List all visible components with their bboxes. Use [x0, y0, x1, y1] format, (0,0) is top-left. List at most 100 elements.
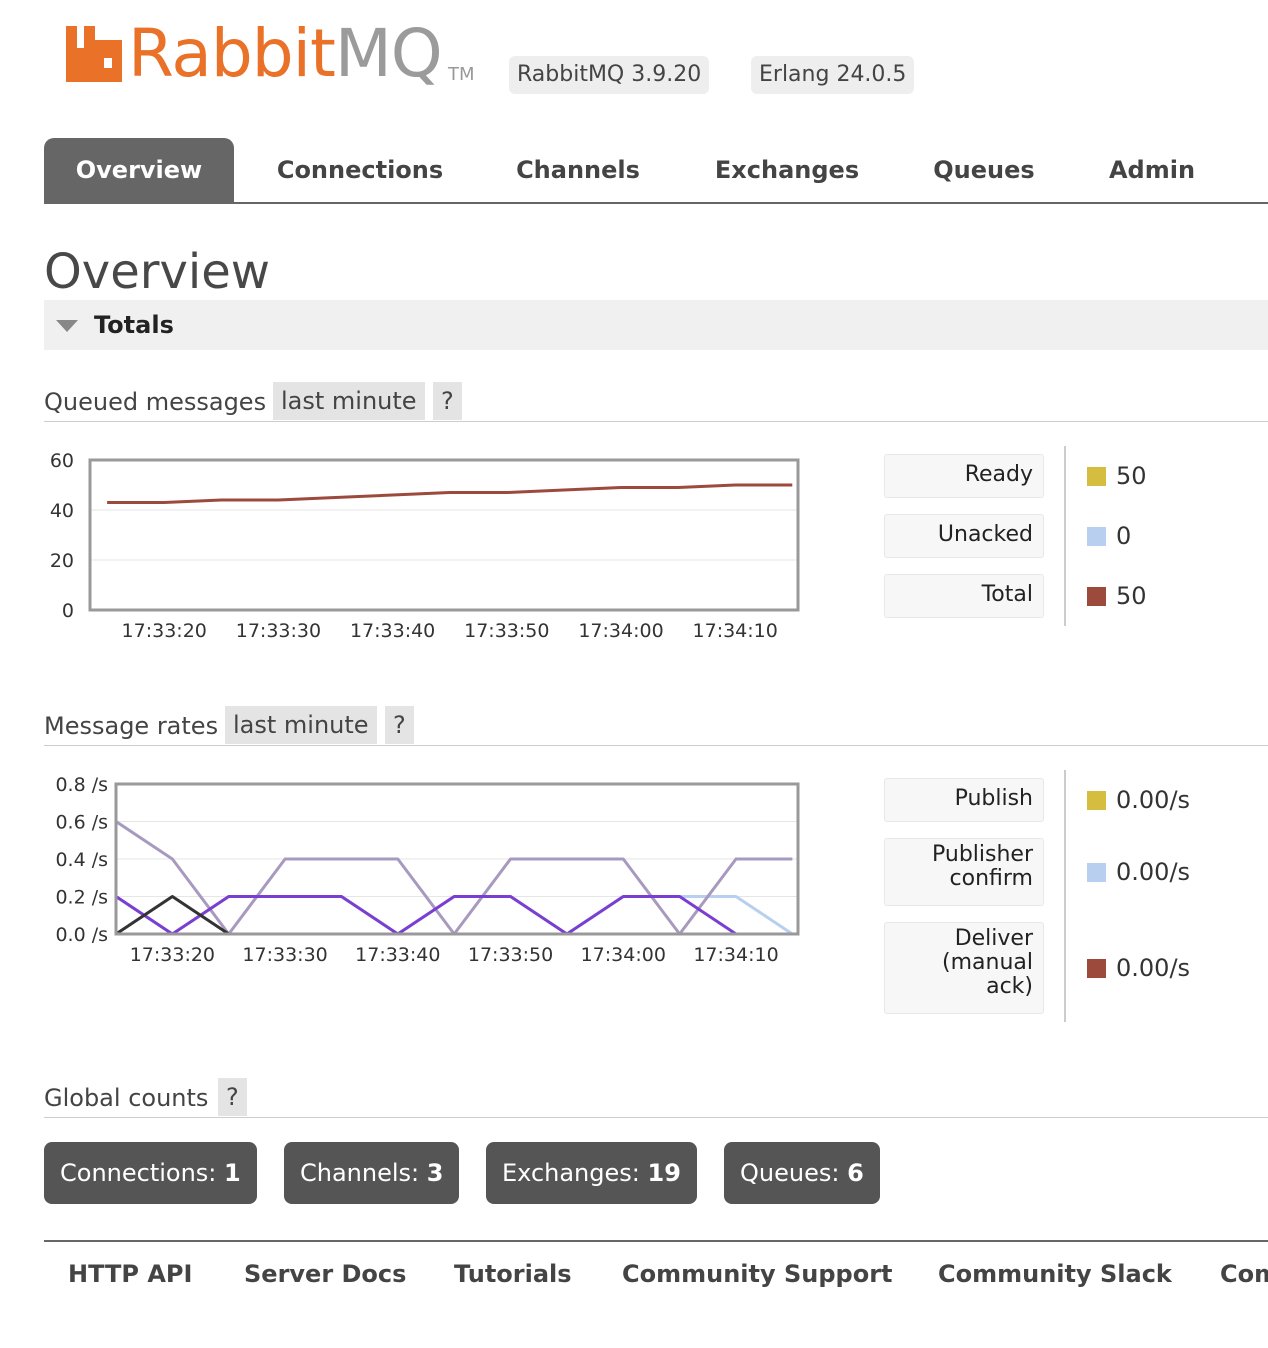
tab-queues[interactable]: Queues	[924, 138, 1044, 202]
rates-y-tick-label: 0.0 /s	[55, 924, 108, 946]
page-title: Overview	[44, 244, 270, 300]
logo-wordmark: RabbitMQ	[128, 14, 443, 94]
queued-x-tick-label: 17:33:20	[122, 620, 207, 642]
connections-count-value: 1	[224, 1159, 241, 1187]
totals-section-title: Totals	[94, 311, 174, 339]
legend-label-unacked: Unacked	[884, 514, 1044, 558]
logo-rabbit: Rabbit	[128, 15, 336, 92]
exchanges-count-button[interactable]: Exchanges: 19	[486, 1142, 697, 1204]
legend-value-unacked: 0	[1116, 522, 1132, 550]
collapse-triangle-icon	[56, 320, 78, 332]
connections-count-button[interactable]: Connections: 1	[44, 1142, 257, 1204]
queued-range-selector[interactable]: last minute	[273, 382, 425, 420]
footer-link-tutorials[interactable]: Tutorials	[454, 1260, 572, 1288]
legend-swatch-publish	[1087, 791, 1106, 810]
rates-x-tick-label: 17:33:50	[468, 944, 553, 966]
legend-swatch-total	[1087, 587, 1106, 606]
erlang-version-badge: Erlang 24.0.5	[751, 56, 915, 94]
legend-value-publish: 0.00/s	[1116, 786, 1191, 814]
rabbitmq-logo-icon	[66, 26, 122, 82]
legend-label-publisher-confirm: Publisher confirm	[884, 838, 1044, 906]
channels-count-value: 3	[426, 1159, 444, 1187]
queued-messages-header: Queued messages last minute ?	[44, 382, 1268, 422]
connections-count-label: Connections:	[60, 1159, 217, 1187]
message-rates-header: Message rates last minute ?	[44, 706, 1268, 746]
queues-count-label: Queues:	[740, 1159, 840, 1187]
rates-series-line-4	[115, 895, 793, 936]
legend-value-publisher-confirm: 0.00/s	[1116, 858, 1191, 886]
queued-x-tick-label: 17:33:40	[350, 620, 435, 642]
channels-count-label: Channels:	[300, 1159, 420, 1187]
footer-link-community-slack[interactable]: Community Slack	[938, 1260, 1172, 1288]
legend-swatch-ready	[1087, 467, 1106, 486]
rates-x-tick-label: 17:33:30	[242, 944, 327, 966]
queued-series-line-2	[107, 483, 793, 504]
rates-series-line-5	[115, 895, 793, 936]
logo-mq: MQ	[334, 15, 443, 92]
queued-help-button[interactable]: ?	[433, 382, 462, 420]
exchanges-count-label: Exchanges:	[502, 1159, 640, 1187]
global-counts-help-button[interactable]: ?	[218, 1078, 247, 1116]
queued-y-tick-label: 60	[50, 450, 74, 472]
legend-label-deliver-line-1: Deliver	[954, 926, 1033, 951]
rates-x-tick-label: 17:34:00	[581, 944, 666, 966]
rates-legend-divider	[1064, 770, 1066, 1022]
legend-label-total: Total	[884, 574, 1044, 618]
legend-label-publish: Publish	[884, 778, 1044, 822]
queued-messages-chart: 60 40 20 0 17:33:20 17:33:30 17:33:40 17:33:50 1…	[50, 450, 800, 642]
global-counts-header: Global counts ?	[44, 1078, 1268, 1118]
footer-link-server-docs[interactable]: Server Docs	[244, 1260, 406, 1288]
legend-label-deliver-line-2: (manual	[942, 950, 1033, 975]
rates-x-tick-label: 17:33:40	[355, 944, 440, 966]
legend-label-deliver-manual-ack: Deliver (manual ack)	[884, 922, 1044, 1014]
tab-connections[interactable]: Connections	[260, 138, 460, 202]
rabbitmq-version-badge: RabbitMQ 3.9.20	[509, 56, 710, 94]
queues-count-button[interactable]: Queues: 6	[724, 1142, 880, 1204]
queued-y-tick-label: 40	[50, 500, 74, 522]
exchanges-count-value: 19	[647, 1159, 681, 1187]
legend-value-deliver-manual-ack: 0.00/s	[1116, 954, 1191, 982]
rates-x-tick-label: 17:33:20	[130, 944, 215, 966]
rates-series-line-3	[115, 820, 793, 936]
queues-count-value: 6	[847, 1159, 864, 1187]
queued-x-tick-label: 17:34:10	[693, 620, 778, 642]
queued-y-tick-label: 0	[62, 600, 74, 622]
channels-count-button[interactable]: Channels: 3	[284, 1142, 460, 1204]
rates-y-tick-label: 0.6 /s	[55, 812, 108, 834]
message-rates-chart: 0.8 /s 0.6 /s 0.4 /s 0.2 /s 0.0 /s 17:33:20 17…	[55, 774, 800, 966]
legend-swatch-publisher-confirm	[1087, 863, 1106, 882]
queued-messages-title: Queued messages	[44, 388, 267, 416]
tab-channels[interactable]: Channels	[502, 138, 654, 202]
rates-range-selector[interactable]: last minute	[225, 706, 377, 744]
tab-admin[interactable]: Admin	[1100, 138, 1204, 202]
logo-trademark: TM	[448, 64, 475, 85]
legend-label-deliver-line-3: ack)	[986, 974, 1033, 999]
rates-help-button[interactable]: ?	[385, 706, 414, 744]
footer-link-community-support[interactable]: Community Support	[622, 1260, 893, 1288]
rates-y-tick-label: 0.2 /s	[55, 887, 108, 909]
footer-link-commercial[interactable]: Com	[1220, 1260, 1268, 1288]
queued-plot-border	[88, 458, 800, 612]
queued-x-tick-label: 17:34:00	[578, 620, 663, 642]
legend-value-ready: 50	[1116, 462, 1147, 490]
legend-label-ready: Ready	[884, 454, 1044, 498]
legend-swatch-deliver-manual-ack	[1087, 959, 1106, 978]
rates-series-line-1	[115, 895, 794, 936]
queued-x-tick-label: 17:33:50	[464, 620, 549, 642]
legend-label-publisher-confirm-line-2: confirm	[949, 866, 1033, 891]
footer-link-http-api[interactable]: HTTP API	[68, 1260, 192, 1288]
queued-x-tick-label: 17:33:30	[236, 620, 321, 642]
global-counts-title: Global counts	[44, 1084, 209, 1112]
tab-exchanges[interactable]: Exchanges	[704, 138, 870, 202]
queued-y-tick-label: 20	[50, 550, 74, 572]
main-nav-tabs: Overview Connections Channels Exchanges …	[44, 138, 1268, 204]
message-rates-title: Message rates	[44, 712, 219, 740]
rates-y-tick-label: 0.4 /s	[55, 849, 108, 871]
rates-x-tick-label: 17:34:10	[693, 944, 778, 966]
tab-overview[interactable]: Overview	[44, 138, 234, 202]
queued-legend-divider	[1064, 446, 1066, 626]
legend-swatch-unacked	[1087, 527, 1106, 546]
totals-section-toggle[interactable]: Totals	[44, 300, 1268, 350]
rates-y-tick-label: 0.8 /s	[55, 774, 108, 796]
legend-value-total: 50	[1116, 582, 1147, 610]
